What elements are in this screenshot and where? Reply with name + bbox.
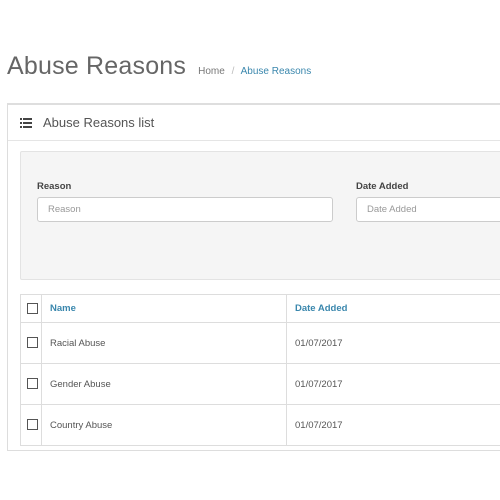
breadcrumb-separator: / bbox=[231, 66, 235, 77]
breadcrumb-home[interactable]: Home bbox=[198, 66, 225, 77]
reason-label: Reason bbox=[37, 181, 72, 192]
column-header-name[interactable]: Name bbox=[41, 294, 287, 323]
reason-input[interactable] bbox=[37, 197, 333, 222]
row-select-cell bbox=[20, 322, 42, 364]
row-date-added: 01/07/2017 bbox=[286, 404, 500, 446]
row-date-added: 01/07/2017 bbox=[286, 322, 500, 364]
abuse-reasons-table: Name Date Added Racial Abuse 01/07/2017 … bbox=[20, 294, 500, 446]
date-added-input[interactable] bbox=[356, 197, 500, 222]
row-checkbox[interactable] bbox=[27, 419, 38, 431]
panel-title: Abuse Reasons list bbox=[43, 115, 155, 130]
row-checkbox[interactable] bbox=[27, 378, 38, 390]
select-all-checkbox[interactable] bbox=[27, 302, 38, 314]
table-row: Racial Abuse 01/07/2017 bbox=[20, 322, 500, 364]
row-date-added: 01/07/2017 bbox=[286, 363, 500, 405]
row-name: Country Abuse bbox=[41, 404, 287, 446]
row-select-cell bbox=[20, 404, 42, 446]
page-header: Abuse Reasons Home / Abuse Reasons bbox=[7, 52, 311, 92]
date-added-label: Date Added bbox=[356, 181, 409, 192]
column-header-date-added[interactable]: Date Added bbox=[286, 294, 500, 323]
list-icon bbox=[20, 117, 32, 128]
select-all-cell bbox=[20, 294, 42, 323]
filter-area: Reason Date Added bbox=[20, 151, 500, 280]
row-select-cell bbox=[20, 363, 42, 405]
panel-heading: Abuse Reasons list bbox=[8, 105, 500, 141]
breadcrumb: Home / Abuse Reasons bbox=[198, 66, 311, 77]
abuse-reasons-panel: Abuse Reasons list Reason Date Added Nam… bbox=[7, 103, 500, 451]
row-name: Gender Abuse bbox=[41, 363, 287, 405]
row-checkbox[interactable] bbox=[27, 337, 38, 349]
page-title: Abuse Reasons bbox=[7, 52, 187, 80]
table-header-row: Name Date Added bbox=[20, 294, 500, 323]
table-row: Gender Abuse 01/07/2017 bbox=[20, 363, 500, 405]
table-row: Country Abuse 01/07/2017 bbox=[20, 404, 500, 446]
breadcrumb-current[interactable]: Abuse Reasons bbox=[241, 66, 312, 77]
row-name: Racial Abuse bbox=[41, 322, 287, 364]
